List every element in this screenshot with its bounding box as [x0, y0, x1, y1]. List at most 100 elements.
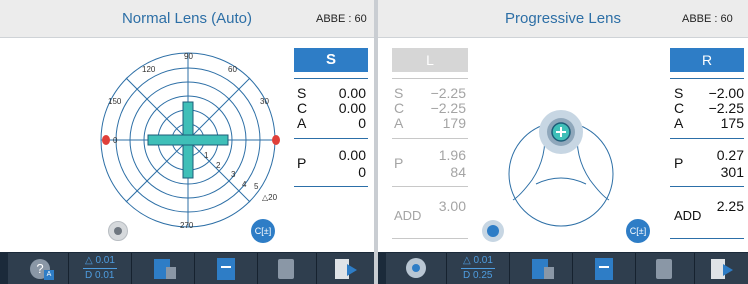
divider — [392, 238, 468, 239]
record-page-icon — [544, 267, 554, 279]
prism-step-label: △ 0.01 — [85, 255, 115, 266]
right-c-label: C — [674, 100, 685, 116]
right-add-value: 2.25 — [716, 198, 744, 214]
help-button[interactable]: ? A — [8, 253, 69, 284]
axis-marker-left — [102, 135, 110, 145]
lens-position-button[interactable] — [482, 220, 504, 242]
bottom-toolbar: △ 0.01 D 0.25 — [378, 252, 748, 284]
lens-position-icon — [487, 225, 499, 237]
divider — [294, 186, 368, 187]
bottom-toolbar: ? A △ 0.01 D 0.01 — [0, 252, 374, 284]
right-s-value: −2.00 — [708, 85, 744, 101]
right-c-value: −2.25 — [708, 100, 744, 116]
step-setting-button[interactable]: △ 0.01 D 0.25 — [447, 253, 510, 284]
right-prism-base-value: 301 — [720, 164, 744, 180]
divider — [392, 186, 468, 187]
print-icon-line — [221, 266, 231, 268]
scale-label-3: 3 — [231, 170, 236, 179]
record-left-button[interactable] — [510, 253, 573, 284]
prism-base-value: 0 — [358, 164, 366, 180]
diopter-step-label: D 0.01 — [85, 270, 115, 281]
divider — [670, 138, 744, 139]
protractor-label-90: 90 — [184, 52, 193, 61]
lens-mode-icon-dot — [412, 264, 420, 272]
divider — [670, 78, 744, 79]
divider — [670, 238, 744, 239]
c-value: 0.00 — [338, 100, 366, 116]
prism-step-label: △ 0.01 — [463, 255, 493, 266]
dot-icon — [114, 227, 122, 235]
prism-value: 0.00 — [338, 147, 366, 163]
protractor-label-150: 150 — [108, 97, 122, 106]
divider — [294, 138, 368, 139]
scale-label-2: 2 — [216, 161, 221, 170]
cylinder-mode-button[interactable]: C[±] — [251, 219, 275, 243]
trash-icon — [278, 259, 294, 279]
right-a-label: A — [674, 115, 684, 131]
progressive-lens-diagram — [508, 110, 614, 227]
protractor-label-30: 30 — [260, 97, 269, 106]
trash-icon — [656, 259, 672, 279]
record-right-button[interactable] — [132, 253, 195, 284]
s-value: 0.00 — [338, 85, 366, 101]
abbe-value: ABBE : 60 — [682, 13, 733, 25]
protractor-label-0: 0 — [113, 136, 118, 145]
left-add-value: 3.00 — [438, 198, 466, 214]
progressive-lens-panel: Progressive Lens ABBE : 60 L S −2.25 C −… — [378, 0, 748, 284]
scale-label-5: 5 — [254, 182, 259, 191]
print-button[interactable] — [573, 253, 636, 284]
left-c-value: −2.25 — [430, 100, 466, 116]
panel-header: Normal Lens (Auto) ABBE : 60 — [0, 0, 374, 38]
left-s-label: S — [394, 85, 404, 101]
left-lens-button[interactable]: L — [392, 48, 468, 72]
right-prism-label: P — [674, 155, 684, 171]
s-label: S — [297, 85, 307, 101]
print-icon — [217, 258, 235, 280]
c-label: C — [297, 100, 308, 116]
divider — [392, 78, 468, 79]
left-c-label: C — [394, 100, 405, 116]
right-a-value: 175 — [720, 115, 744, 131]
scale-label-4: 4 — [242, 180, 247, 189]
arrow-right-icon — [347, 264, 357, 276]
divider — [670, 186, 744, 187]
left-prism-value: 1.96 — [438, 147, 466, 163]
delete-button[interactable] — [636, 253, 695, 284]
step-divider — [83, 268, 117, 269]
prism-label: P — [297, 155, 307, 171]
scale-label-1: 1 — [204, 151, 209, 160]
export-button[interactable] — [695, 253, 748, 284]
auto-badge-icon: A — [44, 270, 54, 280]
cross-horizontal-bar — [147, 134, 229, 146]
lens-mode-button[interactable] — [386, 253, 447, 284]
export-button[interactable] — [317, 253, 374, 284]
protractor-label-60: 60 — [228, 65, 237, 74]
left-prism-label: P — [394, 155, 404, 171]
print-icon — [595, 258, 613, 280]
panel-header: Progressive Lens ABBE : 60 — [378, 0, 748, 38]
step-divider — [461, 268, 495, 269]
left-prism-base-value: 84 — [450, 164, 466, 180]
right-lens-button[interactable]: R — [670, 48, 744, 72]
record-page-icon — [166, 267, 176, 279]
print-button[interactable] — [195, 253, 258, 284]
cylinder-mode-button[interactable]: C[±] — [626, 219, 650, 243]
diopter-step-label: D 0.25 — [463, 270, 493, 281]
side-s-button[interactable]: S — [294, 48, 368, 72]
scale-label-20: △20 — [262, 193, 278, 202]
protractor-label-120: 120 — [142, 65, 156, 74]
a-value: 0 — [358, 115, 366, 131]
left-a-value: 179 — [442, 115, 466, 131]
delete-button[interactable] — [258, 253, 317, 284]
divider — [294, 78, 368, 79]
left-a-label: A — [394, 115, 404, 131]
normal-lens-panel: Normal Lens (Auto) ABBE : 60 90 60 30 0 … — [0, 0, 374, 284]
step-setting-button[interactable]: △ 0.01 D 0.01 — [69, 253, 132, 284]
left-s-value: −2.25 — [430, 85, 466, 101]
a-label: A — [297, 115, 307, 131]
divider — [392, 138, 468, 139]
lens-target-protractor: 90 60 30 0 150 120 270 1 2 3 4 5 △20 — [100, 52, 280, 230]
right-s-label: S — [674, 85, 684, 101]
arrow-right-icon — [723, 264, 733, 276]
target-mode-button[interactable] — [108, 221, 128, 241]
